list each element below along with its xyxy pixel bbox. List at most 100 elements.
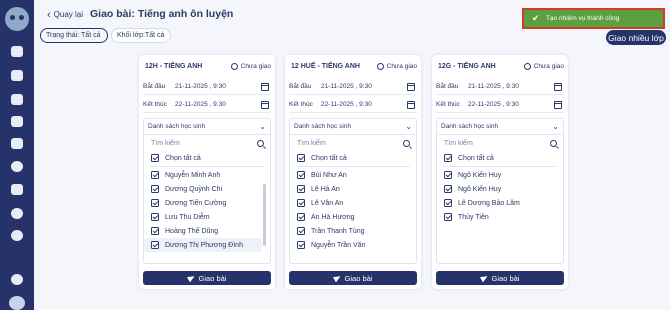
checkbox[interactable] — [297, 199, 305, 207]
student-list-toggle[interactable]: Danh sách học sinh ⌄ — [144, 119, 270, 135]
student-item[interactable]: Lê Vân An — [290, 196, 416, 210]
end-label: Kết thúc — [436, 101, 460, 108]
student-item[interactable]: Lưu Thu Diễm — [144, 210, 270, 224]
calendar-icon[interactable] — [261, 100, 269, 109]
assign-button[interactable]: Giao bài — [436, 271, 564, 285]
checkbox[interactable] — [297, 213, 305, 221]
bot-icon[interactable] — [9, 296, 25, 310]
student-search[interactable]: Tìm kiếm — [144, 135, 270, 151]
search-icon[interactable] — [403, 139, 410, 147]
inbox-icon[interactable] — [11, 94, 23, 105]
not-assigned-toggle[interactable]: Chưa giao — [230, 63, 271, 70]
checkbox[interactable] — [297, 185, 305, 193]
end-date-row[interactable]: Kết thúc 22-11-2025 , 9:30 — [436, 97, 564, 113]
assign-button[interactable]: Giao bài — [289, 271, 417, 285]
checkbox[interactable] — [297, 171, 305, 179]
checkbox[interactable] — [297, 241, 305, 249]
end-date-row[interactable]: Kết thúc 22-11-2025 , 9:30 — [143, 97, 271, 113]
users-icon[interactable] — [11, 184, 23, 195]
student-list-toggle[interactable]: Danh sách học sinh ⌄ — [437, 119, 563, 135]
student-item[interactable]: Nguyễn Minh Anh — [144, 168, 270, 182]
checkbox[interactable] — [444, 171, 452, 179]
start-date-value[interactable]: 21-11-2025 , 9:30 — [468, 83, 554, 90]
assign-multiple-button[interactable]: Giao nhiều lớp — [606, 30, 666, 45]
not-assigned-toggle[interactable]: Chưa giao — [376, 63, 417, 70]
checkbox[interactable] — [297, 154, 305, 162]
card-header: 12H - TIẾNG ANH Chưa giao — [145, 63, 271, 70]
book-icon[interactable] — [11, 116, 23, 127]
radio-icon[interactable] — [376, 63, 384, 70]
radio-icon[interactable] — [523, 63, 531, 70]
end-date-value[interactable]: 22-11-2025 , 9:30 — [175, 101, 261, 108]
student-item[interactable]: Hoàng Thế Dũng — [144, 224, 270, 238]
student-item[interactable]: Dương Quỳnh Chi — [144, 182, 270, 196]
grade-filter[interactable]: Khối lớp:Tất cả — [111, 28, 171, 43]
student-item[interactable]: Dương Tiến Cường — [144, 196, 270, 210]
select-all-item[interactable]: Chọn tất cả — [144, 151, 270, 165]
checkbox[interactable] — [297, 227, 305, 235]
start-date-value[interactable]: 21-11-2025 , 9:30 — [175, 83, 261, 90]
student-list-toggle[interactable]: Danh sách học sinh ⌄ — [290, 119, 416, 135]
student-search[interactable]: Tìm kiếm — [437, 135, 563, 151]
scrollbar[interactable] — [263, 184, 266, 246]
end-label: Kết thúc — [143, 101, 167, 108]
student-item[interactable]: Lê Hà An — [290, 182, 416, 196]
student-item[interactable]: Thùy Tiên — [437, 210, 563, 224]
search-input[interactable]: Tìm kiếm — [297, 140, 326, 147]
select-all-item[interactable]: Chọn tất cả — [437, 151, 563, 165]
calendar-icon[interactable] — [407, 82, 415, 91]
end-date-value[interactable]: 22-11-2025 , 9:30 — [321, 101, 407, 108]
start-date-value[interactable]: 21-11-2025 , 9:30 — [321, 83, 407, 90]
award-icon[interactable] — [11, 161, 23, 172]
search-input[interactable]: Tìm kiếm — [444, 140, 473, 147]
checkbox[interactable] — [151, 199, 159, 207]
chevron-down-icon[interactable]: ⌄ — [552, 122, 559, 131]
calendar-icon[interactable] — [261, 82, 269, 91]
home-icon[interactable] — [11, 46, 23, 57]
end-date-value[interactable]: 22-11-2025 , 9:30 — [468, 101, 554, 108]
student-item[interactable]: Nguyễn Trần Văn — [290, 238, 416, 252]
checkbox[interactable] — [151, 185, 159, 193]
assign-button[interactable]: Giao bài — [143, 271, 271, 285]
checkbox[interactable] — [444, 199, 452, 207]
checkbox[interactable] — [444, 185, 452, 193]
checkbox[interactable] — [151, 227, 159, 235]
search-icon[interactable] — [550, 139, 557, 147]
checkbox[interactable] — [444, 154, 452, 162]
checkbox[interactable] — [444, 213, 452, 221]
folder-icon[interactable] — [11, 138, 23, 149]
end-date-row[interactable]: Kết thúc 22-11-2025 , 9:30 — [289, 97, 417, 113]
calendar-icon[interactable] — [407, 100, 415, 109]
chevron-down-icon[interactable]: ⌄ — [259, 122, 266, 131]
search-icon[interactable] — [257, 139, 264, 147]
student-item[interactable]: Trần Thanh Tùng — [290, 224, 416, 238]
checkbox[interactable] — [151, 154, 159, 162]
not-assigned-toggle[interactable]: Chưa giao — [523, 63, 564, 70]
checkbox[interactable] — [151, 213, 159, 221]
student-item[interactable]: Ngô Kiến Huy — [437, 182, 563, 196]
student-search[interactable]: Tìm kiếm — [290, 135, 416, 151]
checkbox[interactable] — [151, 241, 159, 249]
select-all-item[interactable]: Chọn tất cả — [290, 151, 416, 165]
calendar-icon[interactable] — [554, 82, 562, 91]
checkbox[interactable] — [151, 171, 159, 179]
radio-icon[interactable] — [230, 63, 238, 70]
start-date-row[interactable]: Bắt đầu 21-11-2025 , 9:30 — [289, 79, 417, 95]
calendar-icon[interactable] — [11, 70, 23, 81]
student-item[interactable]: An Hà Hương — [290, 210, 416, 224]
start-date-row[interactable]: Bắt đầu 21-11-2025 , 9:30 — [436, 79, 564, 95]
logo-icon[interactable] — [5, 7, 29, 31]
back-link[interactable]: ‹ Quay lại — [47, 9, 83, 21]
search-input[interactable]: Tìm kiếm — [151, 140, 180, 147]
chevron-down-icon[interactable]: ⌄ — [405, 122, 412, 131]
sparkle-icon[interactable] — [11, 230, 23, 241]
student-item[interactable]: Bùi Như An — [290, 168, 416, 182]
status-filter[interactable]: Trạng thái: Tất cả — [40, 28, 108, 43]
start-date-row[interactable]: Bắt đầu 21-11-2025 , 9:30 — [143, 79, 271, 95]
calendar-icon[interactable] — [554, 100, 562, 109]
student-item[interactable]: Ngô Kiến Huy — [437, 168, 563, 182]
chat-icon[interactable] — [11, 208, 23, 219]
chart-icon[interactable] — [11, 274, 23, 285]
student-item[interactable]: Lê Dương Bảo Lâm — [437, 196, 563, 210]
student-item[interactable]: Dương Thị Phương Đình — [144, 238, 262, 252]
